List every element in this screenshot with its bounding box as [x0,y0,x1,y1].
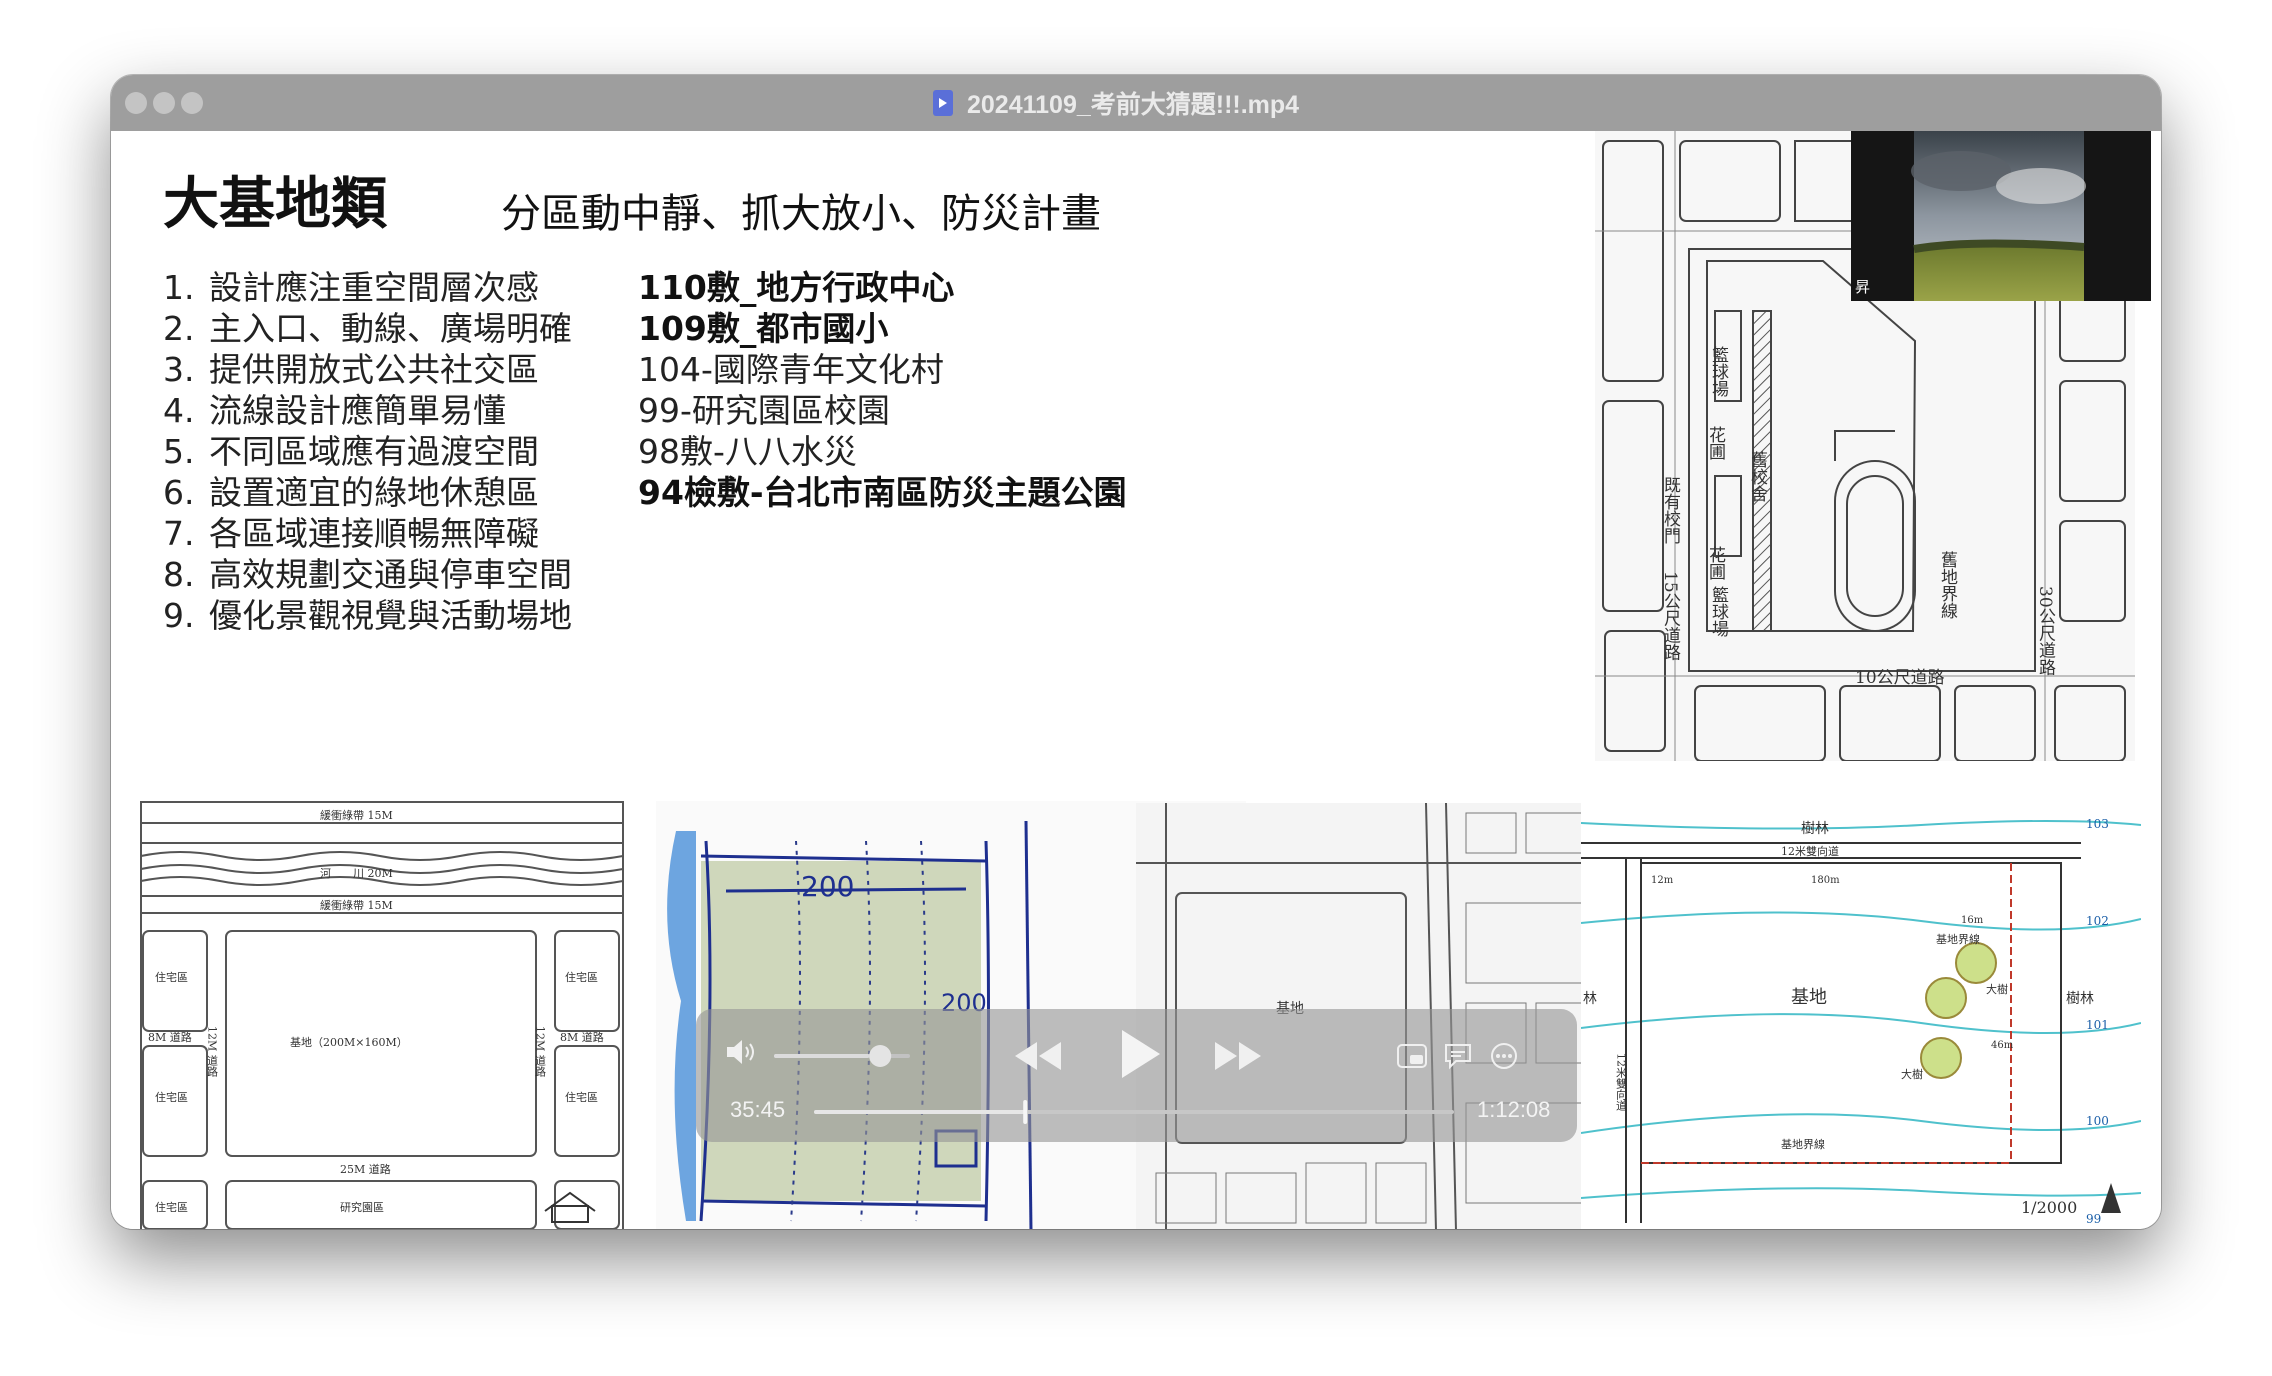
list-item: 4. 流線設計應簡單易懂 [163,391,506,430]
exam-item: 109敷_都市國小 [638,309,889,348]
slide-subheading: 分區動中靜、抓大放小、防災計畫 [501,191,1101,237]
exam-item: 99-研究園區校園 [638,391,890,430]
contour-label: 12m [1651,875,1674,886]
list-item: 6. 設置適宜的綠地休憩區 [163,473,539,512]
contour-value: 101 [2086,1018,2109,1032]
sketch-label: 200 [801,870,854,903]
site-plan-diagram: 緩衝綠帶 15M 河 川 20M 緩衝綠帶 15M 住宅區 住宅區 住宅區 住宅… [140,801,624,1229]
contour-label: 180m [1811,875,1840,886]
contour-label: 基地 [1791,987,1827,1008]
participant-name: 昇 [1855,278,1871,296]
contour-value: 103 [2086,817,2109,831]
plan-label: 8M 道路 [148,1030,192,1044]
contour-label: 基地界線 [1781,1137,1825,1151]
contour-map: 樹林 12米雙向道 12米雙向道 林 樹林 基地 大樹 大樹 基地界線 基地界線… [1581,803,2141,1229]
exam-item: 94檢敷-台北市南區防災主題公園 [638,473,1127,512]
plan-label: 住宅區 [155,1090,188,1104]
contour-value: 99 [2086,1212,2101,1226]
subtitles-icon[interactable] [1442,1041,1474,1071]
plan-label: 12M 道路 [534,1026,547,1077]
contour-value: 100 [2086,1114,2109,1128]
map-label: 舊校舍 [1747,451,1768,502]
volume-icon[interactable] [724,1037,758,1067]
house-icon [544,1191,596,1223]
play-button[interactable] [1116,1027,1162,1081]
elapsed-time: 35:45 [730,1097,786,1122]
video-file-icon [933,90,953,116]
webcam-landscape [1851,131,2151,301]
exam-item: 110敷_地方行政中心 [638,268,955,307]
list-item: 2. 主入口、動線、廣場明確 [163,309,572,348]
list-item: 7. 各區域連接順暢無障礙 [163,514,539,553]
map-label: 籃球場 [1708,346,1729,398]
plan-label: 緩衝綠帶 15M [320,898,393,912]
contour-value: 102 [2086,914,2109,928]
close-window-button[interactable] [125,92,147,114]
contour-label: 12米雙向道 [1615,1053,1628,1111]
contour-scale: 1/2000 [2021,1198,2077,1217]
player-window: 20241109_考前大猜題!!!.mp4 大基地類 分區動中靜、抓大放小、防災… [111,75,2161,1229]
past-exams-list: 110敷_地方行政中心 109敷_都市國小 104-國際青年文化村 99-研究園… [638,267,1127,513]
contour-label: 基地界線 [1936,932,1980,946]
more-options-icon[interactable] [1489,1041,1519,1071]
progress-bar[interactable] [814,1099,1454,1125]
plan-label: 研究園區 [340,1200,384,1214]
volume-slider[interactable] [774,1045,914,1067]
title-bar[interactable]: 20241109_考前大猜題!!!.mp4 [111,75,2161,131]
map-label: 15公尺道路 [1660,571,1681,661]
playback-controls: 35:45 1:12:08 [696,1009,1577,1142]
plan-label: 12M 道路 [206,1026,219,1077]
plan-label: 住宅區 [155,970,188,984]
contour-label: 林 [1583,991,1597,1007]
plan-label: 河 川 20M [320,867,393,880]
plan-label: 住宅區 [155,1200,188,1214]
map-label: 花圃 [1705,426,1726,460]
zoom-window-button[interactable] [181,92,203,114]
design-points-list: 1. 設計應注重空間層次感 2. 主入口、動線、廣場明確 3. 提供開放式公共社交區 … [163,267,572,636]
plan-label: 8M 道路 [560,1030,604,1044]
map-label: 30公尺道路 [2035,586,2056,676]
exam-item: 104-國際青年文化村 [638,350,944,389]
map-label: 舊地界線 [1937,551,1958,619]
plan-label: 基地（200M×160M） [290,1036,408,1049]
video-frame[interactable]: 大基地類 分區動中靜、抓大放小、防災計畫 1. 設計應注重空間層次感 2. 主入口、… [111,131,2161,1229]
list-item: 1. 設計應注重空間層次感 [163,268,539,307]
map-label: 10公尺道路 [1855,668,1945,688]
exam-item: 98敷-八八水災 [638,432,857,471]
plan-label: 住宅區 [565,970,598,984]
remaining-time: 1:12:08 [1477,1097,1551,1122]
minimize-window-button[interactable] [153,92,175,114]
contour-label: 12米雙向道 [1781,844,1839,858]
slide-heading: 大基地類 [163,172,387,237]
contour-label: 46m [1991,1040,2014,1051]
rewind-button[interactable] [1011,1039,1065,1073]
plan-label: 25M 道路 [340,1162,391,1176]
contour-label: 大樹 [1901,1067,1923,1081]
picture-in-picture-icon[interactable] [1396,1041,1428,1071]
webcam-thumbnail[interactable]: 昇 [1851,131,2151,301]
window-title: 20241109_考前大猜題!!!.mp4 [967,91,1300,119]
contour-label: 大樹 [1986,982,2008,996]
list-item: 8. 高效規劃交通與停車空間 [163,555,572,594]
plan-label: 緩衝綠帶 15M [320,808,393,822]
list-item: 3. 提供開放式公共社交區 [163,350,539,389]
plan-drawing: 緩衝綠帶 15M 河 川 20M 緩衝綠帶 15M 住宅區 住宅區 住宅區 住宅… [140,801,624,1229]
list-item: 9. 優化景觀視覺與活動場地 [163,596,572,635]
map-label: 籃球場 [1708,586,1729,638]
list-item: 5. 不同區域應有過渡空間 [163,432,539,471]
plan-label: 住宅區 [565,1090,598,1104]
contour-label: 樹林 [1801,821,1829,837]
contour-drawing: 樹林 12米雙向道 12米雙向道 林 樹林 基地 大樹 大樹 基地界線 基地界線… [1581,803,2141,1229]
map-label: 花圃 [1705,546,1726,580]
fast-forward-button[interactable] [1211,1039,1265,1073]
map-label: 既有校門 [1660,476,1681,545]
contour-label: 16m [1961,915,1984,926]
contour-label: 樹林 [2066,991,2094,1007]
